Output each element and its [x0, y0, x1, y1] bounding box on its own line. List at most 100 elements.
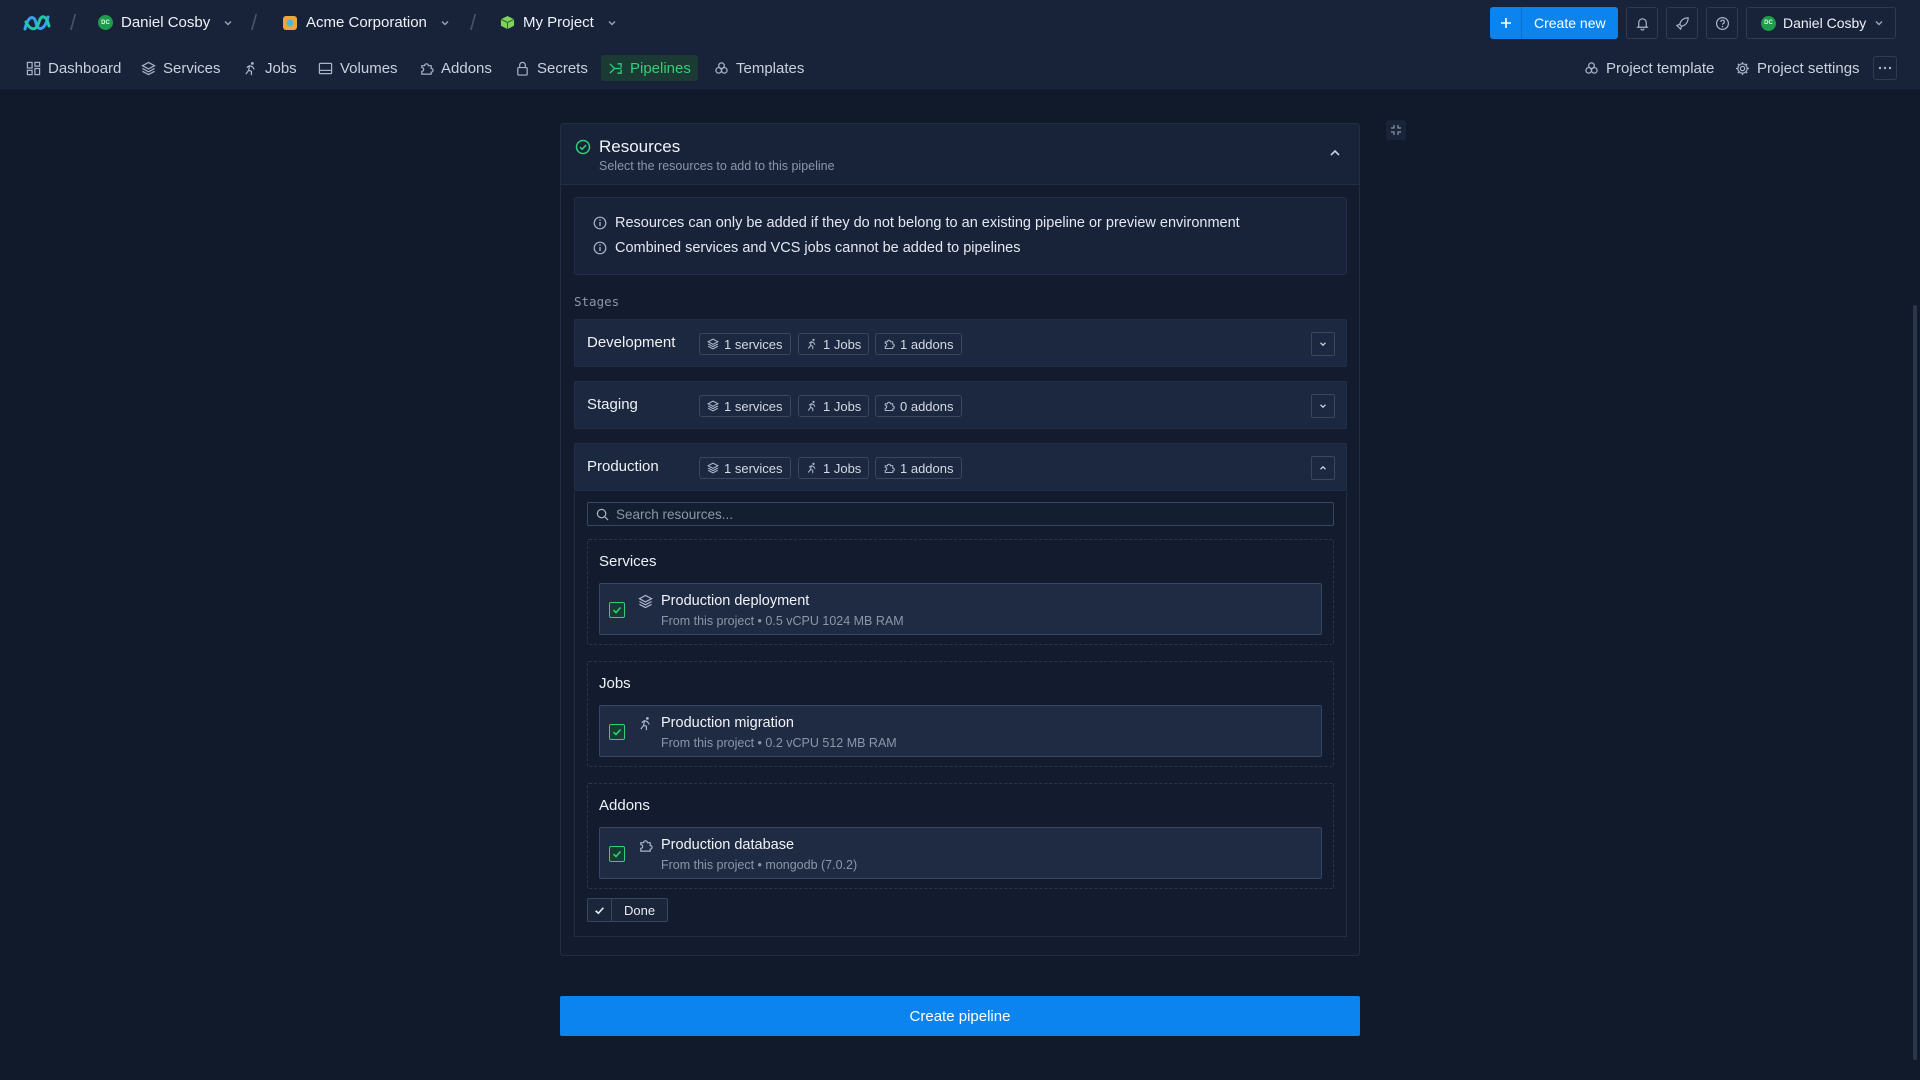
resource-checkbox[interactable] — [609, 724, 625, 740]
resources-card: Resources Select the resources to add to… — [560, 123, 1360, 956]
services-count: 1 services — [724, 336, 783, 352]
breadcrumb-separator: / — [251, 10, 258, 35]
info-line: Combined services and VCS jobs cannot be… — [593, 240, 1020, 256]
resource-row-production-deployment[interactable]: Production deployment From this project … — [599, 583, 1322, 635]
chevron-down-icon — [606, 17, 618, 29]
deploy-button[interactable] — [1666, 7, 1698, 39]
running-person-icon — [806, 462, 818, 474]
breadcrumb-project-label: My Project — [523, 14, 594, 31]
account-avatar: DC — [1761, 15, 1776, 31]
nav-jobs[interactable]: Jobs — [236, 55, 304, 81]
services-count-badge: 1 services — [699, 333, 791, 355]
breadcrumb-project[interactable]: My Project — [500, 0, 618, 45]
pipelines-icon — [608, 61, 623, 76]
puzzle-icon — [883, 462, 895, 474]
nav-volumes[interactable]: Volumes — [311, 55, 405, 81]
dashboard-icon — [26, 61, 41, 76]
resource-row-production-database[interactable]: Production database From this project • … — [599, 827, 1322, 879]
chevron-up-icon[interactable] — [1328, 146, 1342, 160]
stage-name: Staging — [587, 396, 638, 413]
nav-pipelines[interactable]: Pipelines — [601, 55, 698, 81]
search-resources-field[interactable] — [587, 502, 1334, 526]
services-count-badge: 1 services — [699, 395, 791, 417]
nav-dashboard[interactable]: Dashboard — [19, 55, 128, 81]
resource-checkbox[interactable] — [609, 602, 625, 618]
stage-production[interactable]: Production 1 services 1 Jobs 1 addons — [574, 443, 1347, 491]
breadcrumb-user[interactable]: DC Daniel Cosby — [98, 0, 234, 45]
nav-templates[interactable]: Templates — [707, 55, 811, 81]
info-text: Combined services and VCS jobs cannot be… — [615, 240, 1021, 256]
group-title: Addons — [599, 797, 650, 814]
project-template-link[interactable]: Project template — [1577, 55, 1721, 81]
stage-development[interactable]: Development 1 services 1 Jobs 1 addons — [574, 319, 1347, 367]
breadcrumb-organization-label: Acme Corporation — [306, 14, 427, 31]
notifications-button[interactable] — [1626, 7, 1658, 39]
help-button[interactable] — [1706, 7, 1738, 39]
collapse-stage-button[interactable] — [1311, 456, 1335, 480]
jobs-count: 1 Jobs — [823, 398, 862, 414]
breadcrumb-organization[interactable]: Acme Corporation — [282, 0, 451, 45]
puzzle-icon — [638, 838, 653, 853]
stage-staging[interactable]: Staging 1 services 1 Jobs 0 addons — [574, 381, 1347, 429]
layers-icon — [141, 61, 156, 76]
resources-header[interactable]: Resources Select the resources to add to… — [561, 124, 1359, 185]
checkmark-icon — [588, 899, 612, 921]
collapse-view-button[interactable] — [1386, 120, 1406, 140]
jobs-count-badge: 1 Jobs — [798, 457, 870, 479]
done-button[interactable]: Done — [587, 898, 668, 922]
nav-templates-label: Templates — [736, 59, 805, 77]
addons-count: 1 addons — [900, 460, 954, 476]
jobs-count-badge: 1 Jobs — [798, 395, 870, 417]
running-person-icon — [806, 400, 818, 412]
layers-icon — [707, 338, 719, 350]
resource-row-production-migration[interactable]: Production migration From this project •… — [599, 705, 1322, 757]
project-settings-label: Project settings — [1757, 59, 1860, 77]
running-person-icon — [638, 716, 653, 731]
nav-pipelines-label: Pipelines — [630, 59, 691, 77]
addons-count: 1 addons — [900, 336, 954, 352]
expand-stage-button[interactable] — [1311, 332, 1335, 356]
nav-services[interactable]: Services — [134, 55, 228, 81]
resource-name: Production database — [661, 837, 795, 853]
search-resources-input[interactable] — [616, 506, 1316, 522]
info-text: Resources can only be added if they do n… — [615, 215, 1240, 231]
jobs-count-badge: 1 Jobs — [798, 333, 870, 355]
lock-icon — [515, 61, 530, 76]
nav-services-label: Services — [163, 59, 221, 77]
chevron-down-icon — [222, 17, 234, 29]
top-bar: / DC Daniel Cosby / Acme Corporation / M… — [0, 0, 1920, 45]
nav-secrets[interactable]: Secrets — [508, 55, 595, 81]
chevron-up-icon — [1318, 463, 1328, 473]
resource-meta: From this project • 0.5 vCPU 1024 MB RAM — [661, 614, 904, 628]
search-icon — [596, 508, 609, 521]
help-circle-icon — [1715, 16, 1730, 31]
resources-title: Resources — [599, 137, 681, 156]
project-settings-link[interactable]: Project settings — [1728, 55, 1867, 81]
chevron-down-icon — [1318, 339, 1328, 349]
breadcrumb-user-label: Daniel Cosby — [121, 14, 211, 31]
layers-icon — [707, 400, 719, 412]
stages-label: Stages — [574, 294, 620, 309]
nav-addons[interactable]: Addons — [412, 55, 499, 81]
user-avatar: DC — [98, 15, 113, 30]
more-options-button[interactable] — [1873, 56, 1897, 80]
group-title: Jobs — [599, 675, 631, 692]
layers-icon — [707, 462, 719, 474]
expand-stage-button[interactable] — [1311, 394, 1335, 418]
nav-jobs-label: Jobs — [265, 59, 297, 77]
app-logo-icon[interactable] — [22, 10, 52, 36]
services-count: 1 services — [724, 460, 783, 476]
cube-icon — [500, 15, 515, 30]
minimize-icon — [1390, 124, 1402, 136]
resource-checkbox[interactable] — [609, 846, 625, 862]
create-pipeline-label: Create pipeline — [909, 1007, 1011, 1025]
create-pipeline-button[interactable]: Create pipeline — [560, 996, 1360, 1036]
breadcrumb-separator: / — [470, 10, 477, 35]
stage-name: Development — [587, 334, 676, 351]
page-scrollbar[interactable] — [1913, 305, 1917, 1060]
info-line: Resources can only be added if they do n… — [593, 215, 1240, 231]
account-menu-button[interactable]: DC Daniel Cosby — [1746, 7, 1896, 39]
info-icon — [593, 241, 607, 255]
group-title: Services — [599, 553, 657, 570]
create-new-button[interactable]: Create new — [1490, 7, 1618, 39]
